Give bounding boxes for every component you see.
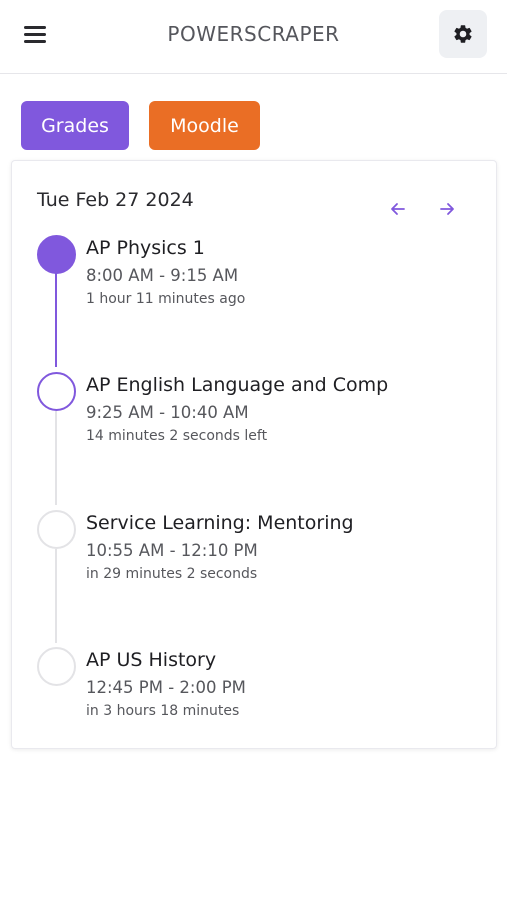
event-name: AP Physics 1 [86,237,205,259]
arrow-right-icon [440,203,454,215]
schedule-card: Tue Feb 27 2024 AP Physics 1 8:00 AM - 9… [11,160,497,749]
event-time: 9:25 AM - 10:40 AM [86,403,249,422]
event-relative-time: in 3 hours 18 minutes [86,703,240,719]
settings-button[interactable] [439,10,487,58]
event-name: AP US History [86,649,217,671]
app-title: POWERSCRAPER [167,22,340,46]
event-name: Service Learning: Mentoring [86,512,354,534]
timeline-connector [55,411,57,505]
timeline-dot-current [37,372,76,411]
timeline-dot-upcoming [37,647,76,686]
schedule-date: Tue Feb 27 2024 [37,189,194,211]
next-day-button[interactable] [437,199,457,219]
prev-day-button[interactable] [388,199,408,219]
event-name: AP English Language and Comp [86,374,389,396]
arrow-left-icon [391,203,405,215]
event-relative-time: 1 hour 11 minutes ago [86,291,246,307]
timeline-connector [55,273,57,367]
app-header: POWERSCRAPER [0,0,507,74]
event-time: 10:55 AM - 12:10 PM [86,541,258,560]
timeline-dot-upcoming [37,510,76,549]
timeline-dot-completed [37,235,76,274]
event-relative-time: 14 minutes 2 seconds left [86,428,268,444]
event-time: 8:00 AM - 9:15 AM [86,266,239,285]
grades-button[interactable]: Grades [21,101,129,150]
moodle-button[interactable]: Moodle [149,101,260,150]
event-relative-time: in 29 minutes 2 seconds [86,566,258,582]
timeline-connector [55,549,57,643]
gear-icon [454,25,472,43]
event-time: 12:45 PM - 2:00 PM [86,678,246,697]
